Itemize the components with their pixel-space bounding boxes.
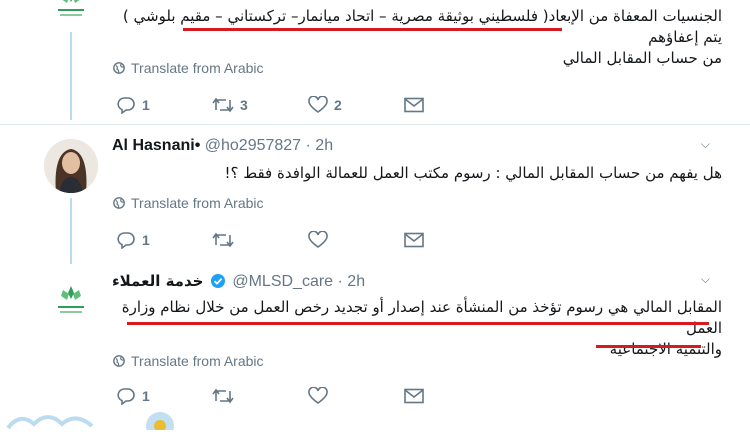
reply-icon [117,97,135,114]
tweet-body: المقابل المالي هي رسوم تؤخذ من المنشأة ع… [112,297,722,360]
highlight-underline [596,345,701,348]
reply-button[interactable]: 1 [116,96,212,114]
retweet-icon [212,388,234,404]
verified-badge-icon [210,274,225,288]
heart-icon [308,231,328,248]
tweet-body-line: هل يفهم من حساب المقابل المالي : رسوم مك… [224,164,722,182]
tweet-header: خدمة العملاء @MLSD_care · 2h ⌵ [112,272,730,294]
like-count: 2 [334,97,342,113]
tweet-ministry-exemptions[interactable]: الجنسيات المعفاة من الإبعاد( فلسطيني بوث… [0,0,750,124]
display-name[interactable]: Al Hasnani [112,137,195,154]
chevron-down-icon[interactable]: ⌵ [701,272,710,287]
retweet-button[interactable] [212,388,308,404]
retweet-icon [212,97,234,113]
like-button[interactable] [308,231,404,249]
globe-icon [113,197,125,209]
ministry-logo-avatar[interactable] [44,0,98,32]
message-button[interactable] [404,97,500,113]
tweet-body: هل يفهم من حساب المقابل المالي : رسوم مك… [112,163,722,184]
tweet-timestamp[interactable]: · 2h [306,137,334,154]
translate-label: Translate from Arabic [131,60,264,76]
action-bar: 1 3 2 [116,94,500,116]
retweet-button[interactable] [212,232,308,248]
translate-label: Translate from Arabic [131,195,264,211]
like-button[interactable] [308,387,404,405]
message-button[interactable] [404,232,500,248]
like-button[interactable]: 2 [308,96,404,114]
tweet-timestamp[interactable]: · 2h [338,273,366,290]
tweet-body-line: المقابل المالي هي رسوم تؤخذ من المنشأة ع… [121,298,722,337]
envelope-icon [404,97,424,113]
user-handle[interactable]: @MLSD_care [232,273,333,290]
retweet-icon [212,232,234,248]
tweet-body-line: الجنسيات المعفاة من الإبعاد( فلسطيني بوث… [122,7,722,46]
envelope-icon [404,232,424,248]
user-avatar[interactable] [44,139,98,193]
translate-link[interactable]: Translate from Arabic [113,353,264,369]
translate-label: Translate from Arabic [131,353,264,369]
reply-count: 1 [142,232,150,248]
action-bar: 1 [116,229,500,251]
heart-icon [308,387,328,404]
tweet-al-hasnani[interactable]: Al Hasnani• @ho2957827 · 2h ⌵ هل يفهم من… [0,125,750,259]
highlight-underline [127,322,709,325]
retweet-button[interactable]: 3 [212,97,308,113]
message-button[interactable] [404,388,500,404]
translate-link[interactable]: Translate from Arabic [113,195,264,211]
display-name[interactable]: خدمة العملاء [112,272,203,290]
ministry-logo-avatar[interactable] [44,275,98,329]
globe-icon [113,62,125,74]
retweet-count: 3 [240,97,248,113]
reply-count: 1 [142,97,150,113]
tweet-header: Al Hasnani• @ho2957827 · 2h ⌵ [112,137,730,159]
reply-button[interactable]: 1 [116,231,212,249]
name-suffix: • [194,137,201,154]
envelope-icon [404,388,424,404]
user-handle[interactable]: @ho2957827 [205,137,301,154]
highlight-underline [183,28,562,31]
globe-icon [113,355,125,367]
heart-icon [308,96,328,113]
chevron-down-icon[interactable]: ⌵ [701,137,710,152]
translate-link[interactable]: Translate from Arabic [113,60,264,76]
watermark-logo [0,400,200,435]
reply-icon [117,232,135,249]
